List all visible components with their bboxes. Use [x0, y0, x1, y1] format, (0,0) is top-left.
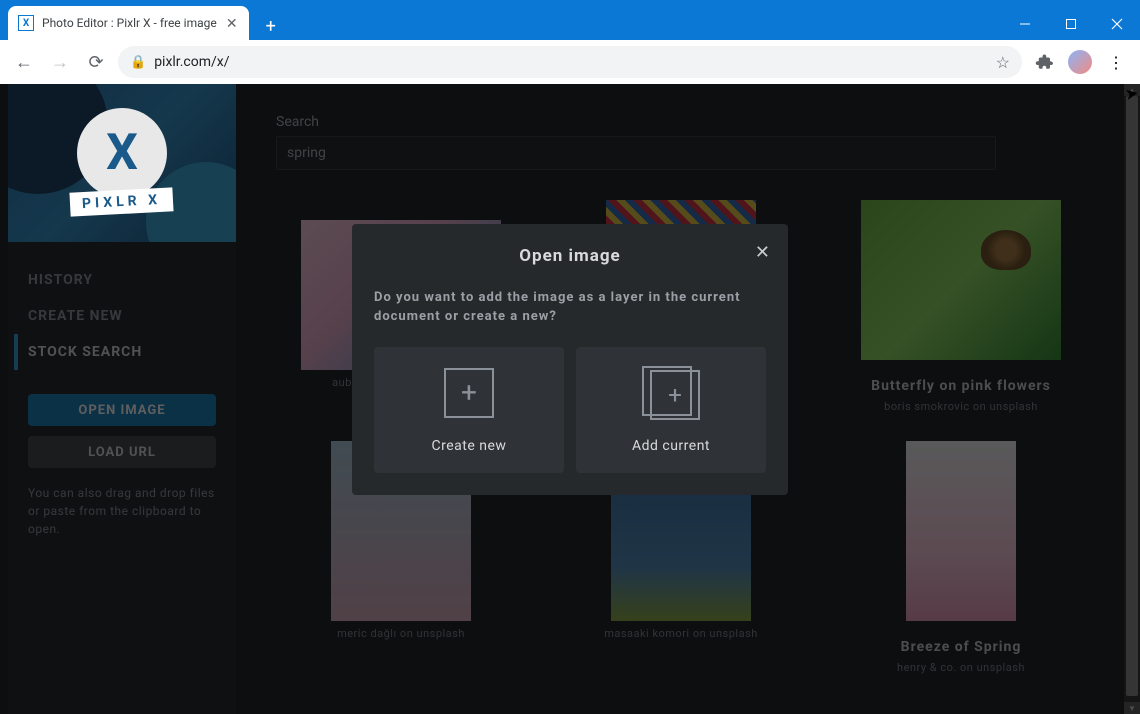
tab-title: Photo Editor : Pixlr X - free image: [42, 16, 217, 30]
favicon: X: [18, 15, 34, 31]
profile-avatar[interactable]: [1066, 48, 1094, 76]
titlebar: X Photo Editor : Pixlr X - free image ✕ …: [0, 0, 1140, 40]
add-current-button[interactable]: + Add current: [576, 347, 766, 473]
browser-tab[interactable]: X Photo Editor : Pixlr X - free image ✕: [8, 6, 249, 40]
minimize-button[interactable]: [1002, 8, 1048, 40]
bookmark-star-icon[interactable]: ☆: [996, 53, 1010, 72]
window-controls: [1002, 8, 1140, 40]
address-bar: ← → ⟳ 🔒 pixlr.com/x/ ☆ ⋮: [0, 40, 1140, 84]
modal-text: Do you want to add the image as a layer …: [374, 288, 766, 327]
reload-button[interactable]: ⟳: [82, 48, 110, 76]
open-image-modal: Open image ✕ Do you want to add the imag…: [352, 224, 788, 495]
modal-overlay[interactable]: Open image ✕ Do you want to add the imag…: [0, 84, 1140, 714]
plus-box-icon: +: [440, 366, 498, 420]
create-new-button[interactable]: + Create new: [374, 347, 564, 473]
mouse-cursor: ➤: [1123, 83, 1140, 104]
modal-close-icon[interactable]: ✕: [755, 242, 770, 263]
back-button[interactable]: ←: [10, 48, 38, 76]
chrome-window: X Photo Editor : Pixlr X - free image ✕ …: [0, 0, 1140, 714]
add-current-label: Add current: [632, 438, 710, 454]
chrome-menu-icon[interactable]: ⋮: [1102, 48, 1130, 76]
close-window-button[interactable]: [1094, 8, 1140, 40]
new-tab-button[interactable]: +: [257, 12, 285, 40]
forward-button[interactable]: →: [46, 48, 74, 76]
modal-title: Open image: [374, 246, 766, 266]
maximize-button[interactable]: [1048, 8, 1094, 40]
lock-icon: 🔒: [130, 55, 146, 70]
app-content: X PIXLR X HISTORY CREATE NEW STOCK SEARC…: [0, 84, 1140, 714]
logo-letter: X: [77, 108, 167, 198]
url-text: pixlr.com/x/: [154, 54, 987, 70]
close-tab-icon[interactable]: ✕: [225, 16, 239, 30]
create-new-label: Create new: [432, 438, 507, 454]
omnibox[interactable]: 🔒 pixlr.com/x/ ☆: [118, 46, 1022, 78]
extensions-icon[interactable]: [1030, 48, 1058, 76]
layer-plus-icon: +: [642, 366, 700, 420]
